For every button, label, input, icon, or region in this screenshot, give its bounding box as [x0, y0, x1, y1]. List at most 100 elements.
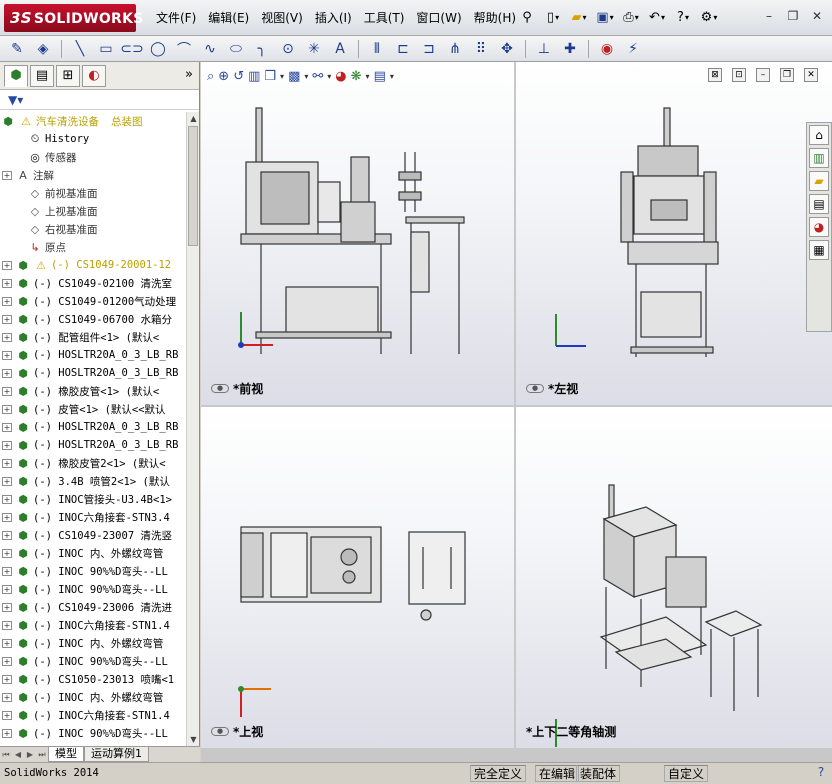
tree-item-component[interactable]: + ⬢ (-) INOC管接头-U3.4B<1> — [0, 490, 186, 508]
tree-item-component[interactable]: + ⬢ (-) HOSLTR20A_0_3_LB_RB — [0, 346, 186, 364]
expand-icon[interactable]: + — [2, 692, 12, 702]
spline-icon[interactable]: ∿ — [199, 39, 221, 59]
prev-tab-icon[interactable]: ◀ — [12, 750, 24, 759]
tree-item-component[interactable]: + ⬢ (-) INOC 90%%D弯头--LL — [0, 652, 186, 670]
sketch-icon[interactable]: ✎ — [6, 39, 28, 59]
pin-icon[interactable]: ⚲ — [518, 8, 536, 26]
expand-icon[interactable]: + — [2, 620, 12, 630]
close-icon[interactable]: ✕ — [808, 8, 826, 24]
trim-icon[interactable]: ⋔ — [444, 39, 466, 59]
expand-icon[interactable]: + — [2, 314, 12, 324]
expand-icon[interactable]: + — [2, 710, 12, 720]
menu-view[interactable]: 视图(V) — [255, 10, 309, 26]
expand-icon[interactable]: + — [2, 386, 12, 396]
tree-item-history[interactable]: ⏲ History — [0, 130, 186, 148]
circle-icon[interactable]: ◯ — [147, 39, 169, 59]
expand-icon[interactable]: + — [2, 368, 12, 378]
offset-icon[interactable]: ⊏ — [392, 39, 414, 59]
link-views-icon[interactable]: ⊠ — [708, 68, 722, 82]
status-units[interactable]: 自定义 — [664, 765, 709, 782]
menu-edit[interactable]: 编辑(E) — [202, 10, 255, 26]
tree-item-component[interactable]: + ⬢ (-) INOC 内、外螺纹弯管 — [0, 544, 186, 562]
tree-item-component[interactable]: + ⬢ (-) CS1049-02100 清洗室 — [0, 274, 186, 292]
panel-more-button[interactable]: » — [185, 67, 193, 82]
scroll-up-icon[interactable]: ▲ — [187, 112, 200, 125]
expand-icon[interactable]: + — [2, 494, 12, 504]
section-view-icon[interactable]: ▥ — [248, 69, 260, 84]
menu-window[interactable]: 窗口(W) — [410, 10, 467, 26]
tree-item-component[interactable]: + ⬢ (-) HOSLTR20A_0_3_LB_RB — [0, 418, 186, 436]
open-folder-icon[interactable]: ▰ ▾ — [570, 8, 588, 26]
next-tab-icon[interactable]: ▶ — [24, 750, 36, 759]
tree-item-component[interactable]: + ⬢ (-) 皮管<1> (默认<<默认 — [0, 400, 186, 418]
apply-scene-icon[interactable]: ❋ — [351, 69, 362, 84]
menu-insert[interactable]: 插入(I) — [309, 10, 358, 26]
viewport-top[interactable]: ● *上视 — [201, 407, 514, 748]
tree-item-component[interactable]: + ⬢ (-) 配管组件<1> (默认< — [0, 328, 186, 346]
rapid-sketch-icon[interactable]: ◉ — [596, 39, 618, 59]
relation-icon[interactable]: ⊥ — [533, 39, 555, 59]
configuration-manager-icon[interactable]: ⊞ — [56, 64, 80, 87]
property-manager-icon[interactable]: ▤ — [30, 64, 54, 87]
viewport-isometric[interactable]: *上下二等角轴测 — [516, 407, 832, 748]
arc-icon[interactable]: ⌒ — [173, 39, 195, 59]
tree-scrollbar[interactable]: ▲ ▼ — [186, 112, 199, 746]
repair-icon[interactable]: ✚ — [559, 39, 581, 59]
tree-item-component[interactable]: + ⬢ (-) CS1050-23013 喷嘴<1 — [0, 670, 186, 688]
tree-item-component[interactable]: + ⬢ (-) INOC六角接套-STN3.4 — [0, 508, 186, 526]
tree-item-component[interactable]: + ⬢ (-) INOC 90%%D弯头--LL — [0, 724, 186, 742]
view-link-icon[interactable]: ● — [211, 384, 229, 393]
expand-icon[interactable]: + — [2, 638, 12, 648]
solidworks-logo[interactable]: 3S SOLIDWORKS — [4, 4, 143, 32]
scroll-down-icon[interactable]: ▼ — [187, 733, 200, 746]
view-link-icon[interactable]: ● — [526, 384, 544, 393]
custom-properties-icon[interactable]: ▦ — [809, 240, 829, 260]
expand-icon[interactable]: + — [2, 566, 12, 576]
tab-motion-study[interactable]: 运动算例1 — [84, 747, 149, 762]
zoom-area-icon[interactable]: ⊕ — [218, 69, 229, 84]
print-icon[interactable]: ⎙ ▾ — [622, 8, 640, 26]
expand-icon[interactable]: + — [2, 548, 12, 558]
expand-icon[interactable]: + — [2, 260, 12, 270]
tile-views-icon[interactable]: ⊡ — [732, 68, 746, 82]
save-icon[interactable]: ▣ ▾ — [596, 8, 614, 26]
tree-item-component[interactable]: + ⬢ (-) INOC 内、外螺纹弯管 — [0, 688, 186, 706]
expand-icon[interactable]: + — [2, 170, 12, 180]
viewport-restore-icon[interactable]: ❐ — [780, 68, 794, 82]
appearances-icon[interactable]: ◕ — [809, 217, 829, 237]
point-icon[interactable]: ⊙ — [277, 39, 299, 59]
filter-icon[interactable]: ▼▾ — [0, 90, 199, 110]
restore-icon[interactable]: ❐ — [784, 8, 802, 24]
tree-item-component[interactable]: + ⬢ (-) INOC六角接套-STN1.4 — [0, 616, 186, 634]
tree-item-component[interactable]: + ⬢ (-) CS1049-23007 清洗竖 — [0, 526, 186, 544]
pattern-icon[interactable]: ⠿ — [470, 39, 492, 59]
tree-item-annotations[interactable]: + A 注解 — [0, 166, 186, 184]
expand-icon[interactable]: + — [2, 332, 12, 342]
mirror-icon[interactable]: ⫴ — [366, 39, 388, 59]
tree-item-sensors[interactable]: ◎ 传感器 — [0, 148, 186, 166]
tree-item-component[interactable]: + ⬢ (-) INOC 90%%D弯头--LL — [0, 580, 186, 598]
tree-item-component[interactable]: + ⬢ (-) CS1049-01200气动处理 — [0, 292, 186, 310]
first-tab-icon[interactable]: ⏮ — [0, 750, 12, 760]
expand-icon[interactable]: + — [2, 476, 12, 486]
view-orientation-icon[interactable]: ❒ — [264, 69, 276, 84]
tree-item-component[interactable]: + ⬢ (-) CS1049-06700 水箱分 — [0, 310, 186, 328]
feature-manager-icon[interactable]: ⬢ — [4, 64, 28, 87]
convert-icon[interactable]: ⊐ — [418, 39, 440, 59]
expand-icon[interactable]: + — [2, 404, 12, 414]
viewport-close-icon[interactable]: ✕ — [804, 68, 818, 82]
tree-item-component[interactable]: + ⬢ (-) INOC 90%%D弯头--LL — [0, 562, 186, 580]
tree-item-component[interactable]: + ⬢ (-) 橡胶皮管<1> (默认< — [0, 382, 186, 400]
smart-dimension-icon[interactable]: ◈ — [32, 39, 54, 59]
expand-icon[interactable]: + — [2, 656, 12, 666]
menu-tools[interactable]: 工具(T) — [358, 10, 411, 26]
viewport-left[interactable]: ● *左视 — [516, 62, 832, 405]
display-manager-icon[interactable]: ◐ — [82, 64, 106, 87]
expand-icon[interactable]: + — [2, 584, 12, 594]
previous-view-icon[interactable]: ↺ — [233, 69, 244, 84]
centerline-icon[interactable]: ✳ — [303, 39, 325, 59]
line-icon[interactable]: ╲ — [69, 39, 91, 59]
view-palette-icon[interactable]: ▤ — [809, 194, 829, 214]
file-explorer-icon[interactable]: ▰ — [809, 171, 829, 191]
view-link-icon[interactable]: ● — [211, 727, 229, 736]
